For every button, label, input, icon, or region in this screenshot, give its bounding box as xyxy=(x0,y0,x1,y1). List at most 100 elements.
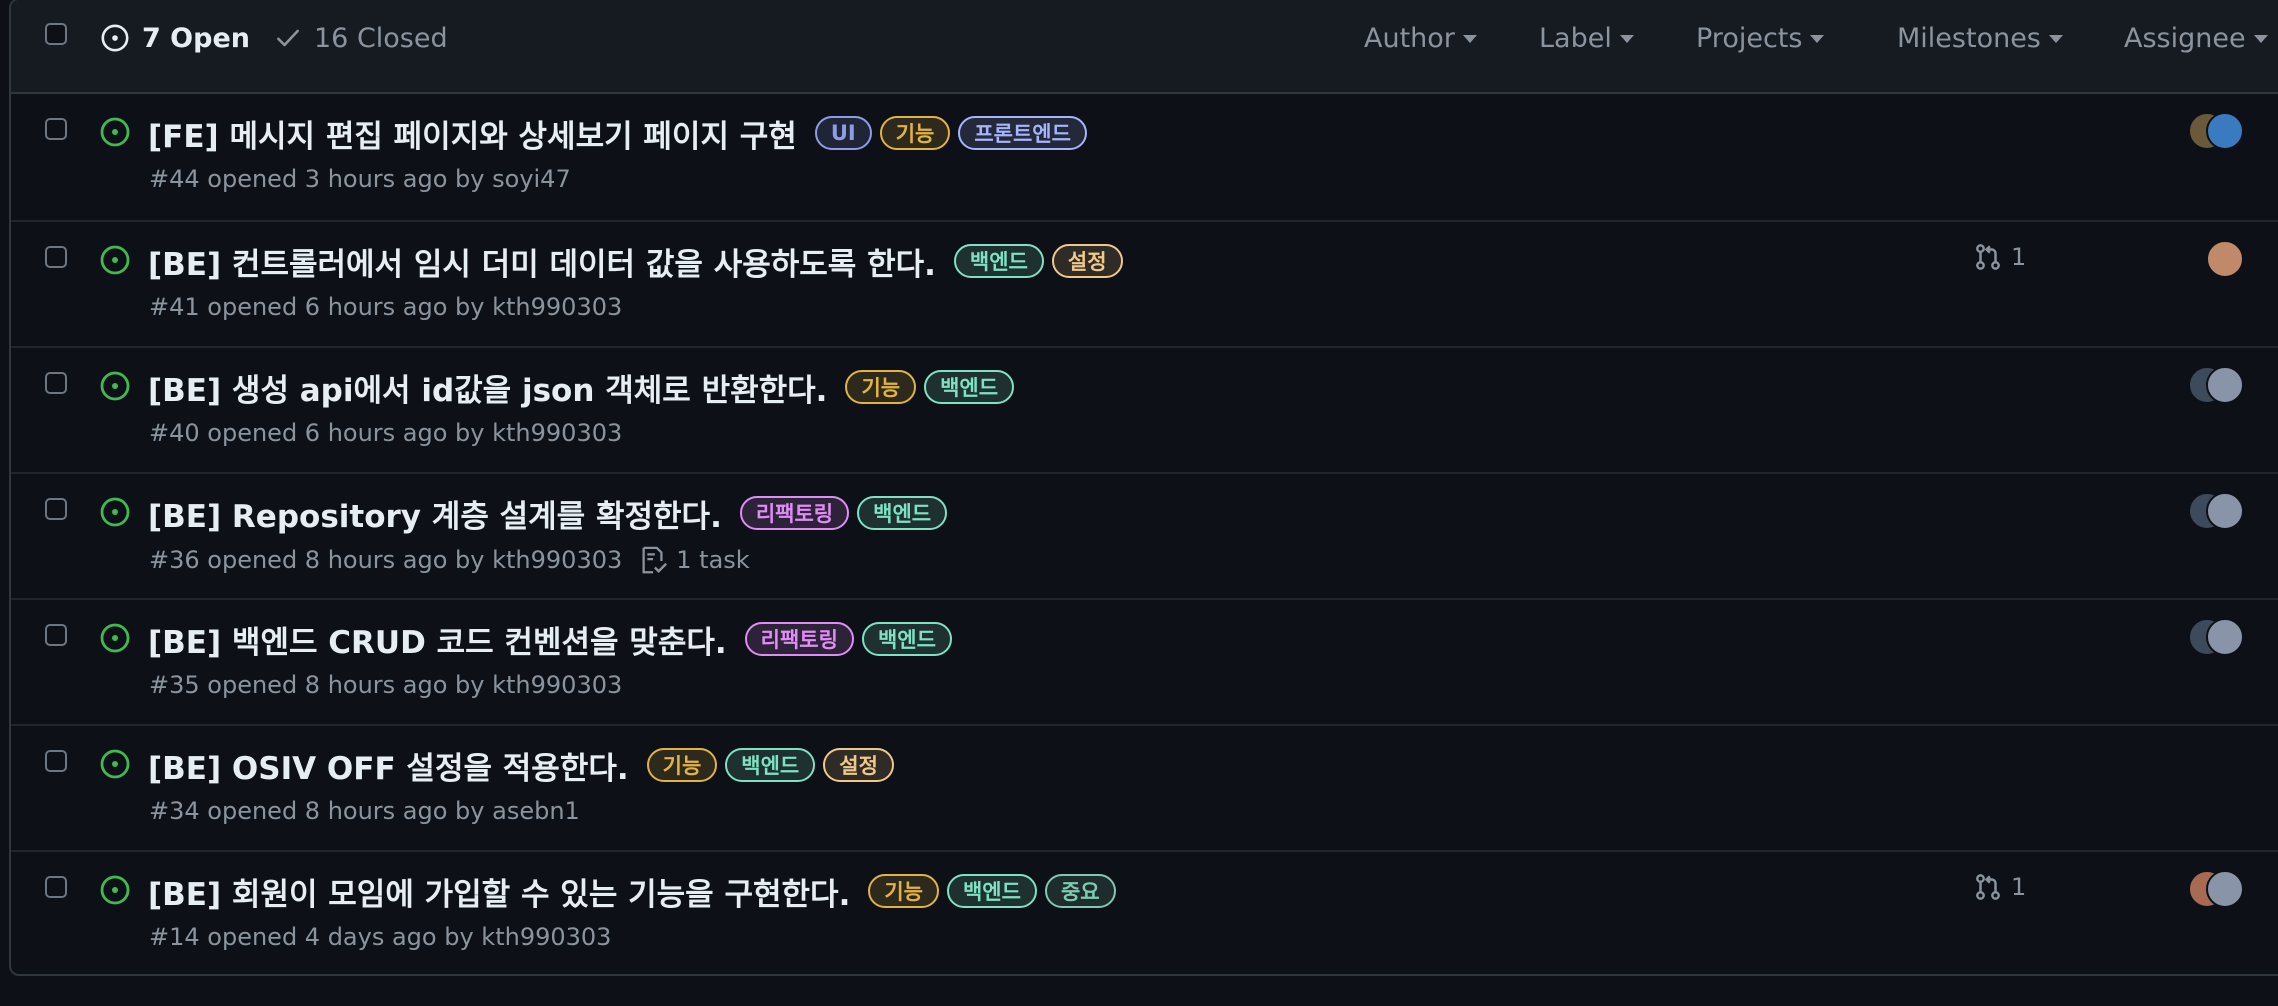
assignee-avatar[interactable] xyxy=(2206,618,2244,656)
issue-meta-text: #44 opened 3 hours ago by soyi47 xyxy=(149,165,571,193)
issue-title-link[interactable]: [BE] Repository 계층 설계를 확정한다. xyxy=(148,491,722,536)
issue-label[interactable]: 백엔드 xyxy=(946,874,1037,908)
issue-title-link[interactable]: [BE] 컨트롤러에서 임시 더미 데이터 값을 사용하도록 한다. xyxy=(148,239,936,284)
issue-title-line: [BE] OSIV OFF 설정을 적용한다. 기능 백엔드 설정 xyxy=(148,742,894,788)
assignee-avatars xyxy=(2164,238,2244,280)
issue-title-line: [BE] 생성 api에서 id값을 json 객체로 반환한다. 기능 백엔드 xyxy=(148,364,1015,410)
issue-label[interactable]: 백엔드 xyxy=(725,748,816,782)
issue-checkbox[interactable] xyxy=(45,624,67,646)
issue-label[interactable]: 백엔드 xyxy=(953,244,1044,278)
caret-down-icon xyxy=(1810,35,1825,43)
issue-checkbox[interactable] xyxy=(45,876,67,898)
issue-meta-text: #41 opened 6 hours ago by kth990303 xyxy=(149,293,623,321)
caret-down-icon xyxy=(2048,35,2063,43)
issue-title-link[interactable]: [BE] 백엔드 CRUD 코드 컨벤션을 맞춘다. xyxy=(148,617,727,662)
issue-meta-text: #35 opened 8 hours ago by kth990303 xyxy=(149,671,623,699)
git-pull-request-icon xyxy=(1976,874,2000,900)
issue-open-icon xyxy=(100,623,130,653)
assignee-avatar[interactable] xyxy=(2206,112,2244,150)
issue-checkbox[interactable] xyxy=(45,498,67,520)
projects-filter[interactable]: Projects xyxy=(1696,20,1825,56)
issue-label[interactable]: 설정 xyxy=(823,748,894,782)
linked-pull-requests[interactable]: 1 xyxy=(1973,242,2026,272)
issue-label[interactable]: 기능 xyxy=(646,748,718,782)
issue-checkbox[interactable] xyxy=(45,372,67,394)
author-filter[interactable]: Author xyxy=(1364,20,1477,56)
issue-open-icon xyxy=(100,875,130,905)
issue-open-icon xyxy=(101,24,129,52)
issue-label[interactable]: 기능 xyxy=(845,370,917,404)
open-count-label: 7 Open xyxy=(142,22,250,54)
issue-label[interactable]: 프론트엔드 xyxy=(958,116,1087,150)
assignee-avatar[interactable] xyxy=(2206,492,2244,530)
issue-meta-text: #36 opened 8 hours ago by kth990303 xyxy=(149,546,623,574)
issue-label[interactable]: 기능 xyxy=(879,116,951,150)
issues-list: 7 Open 16 Closed Author Label Projects M… xyxy=(9,0,2278,976)
assignee-avatars xyxy=(2164,490,2244,532)
issue-row[interactable]: [BE] 백엔드 CRUD 코드 컨벤션을 맞춘다. 리팩토링 백엔드 #35 o… xyxy=(11,598,2278,724)
task-count: 1 task xyxy=(676,546,750,574)
issue-meta-text: #14 opened 4 days ago by kth990303 xyxy=(149,923,612,951)
issue-label[interactable]: 백엔드 xyxy=(857,496,948,530)
issue-open-icon xyxy=(100,371,130,401)
assignee-filter[interactable]: Assignee xyxy=(2124,20,2268,56)
issue-title-link[interactable]: [BE] 회원이 모임에 가입할 수 있는 기능을 구현한다. xyxy=(148,869,850,914)
issue-meta: #40 opened 6 hours ago by kth990303 xyxy=(149,419,622,447)
task-list-icon xyxy=(642,546,668,574)
linked-pull-requests[interactable]: 1 xyxy=(1973,872,2026,902)
issue-row[interactable]: [BE] 컨트롤러에서 임시 더미 데이터 값을 사용하도록 한다. 백엔드 설정… xyxy=(11,220,2278,346)
check-icon xyxy=(277,29,299,47)
caret-down-icon xyxy=(1462,35,1477,43)
issue-title-link[interactable]: [BE] OSIV OFF 설정을 적용한다. xyxy=(148,743,629,788)
task-progress[interactable]: 1 task xyxy=(638,545,750,575)
issue-row[interactable]: [BE] OSIV OFF 설정을 적용한다. 기능 백엔드 설정 #34 open… xyxy=(11,724,2278,850)
issue-checkbox[interactable] xyxy=(45,118,67,140)
pull-request-count: 1 xyxy=(2011,243,2027,271)
milestones-filter[interactable]: Milestones xyxy=(1897,20,2063,56)
issue-label[interactable]: 리팩토링 xyxy=(744,622,854,656)
assignee-avatar[interactable] xyxy=(2206,240,2244,278)
issue-open-icon xyxy=(100,117,130,147)
assignee-filter-label: Assignee xyxy=(2124,22,2246,54)
issue-label[interactable]: UI xyxy=(814,116,872,150)
issue-meta: #41 opened 6 hours ago by kth990303 xyxy=(149,293,622,321)
issue-meta: #14 opened 4 days ago by kth990303 xyxy=(149,923,611,951)
issue-row[interactable]: [FE] 메시지 편집 페이지와 상세보기 페이지 구현 UI 기능 프론트엔드 #… xyxy=(11,94,2278,218)
projects-filter-label: Projects xyxy=(1696,22,1803,54)
issue-label[interactable]: 백엔드 xyxy=(861,622,952,656)
issue-title-line: [BE] 회원이 모임에 가입할 수 있는 기능을 구현한다. 기능 백엔드 중요 xyxy=(148,868,1116,914)
issue-label[interactable]: 백엔드 xyxy=(924,370,1015,404)
issues-list-header: 7 Open 16 Closed Author Label Projects M… xyxy=(11,0,2278,94)
issue-title-link[interactable]: [FE] 메시지 편집 페이지와 상세보기 페이지 구현 xyxy=(148,111,797,156)
issue-open-icon xyxy=(100,749,130,779)
issue-meta: #36 opened 8 hours ago by kth990303 1 ta… xyxy=(149,545,750,575)
issue-open-icon xyxy=(100,497,130,527)
pull-request-count: 1 xyxy=(2011,873,2027,901)
issue-title-line: [FE] 메시지 편집 페이지와 상세보기 페이지 구현 UI 기능 프론트엔드 xyxy=(148,110,1087,156)
closed-issues-tab[interactable]: 16 Closed xyxy=(274,20,448,56)
open-issues-tab[interactable]: 7 Open xyxy=(100,20,250,56)
label-filter[interactable]: Label xyxy=(1539,20,1634,56)
issue-label[interactable]: 리팩토링 xyxy=(739,496,850,530)
assignee-avatar[interactable] xyxy=(2206,870,2244,908)
assignee-avatar[interactable] xyxy=(2206,366,2244,404)
issue-meta: #34 opened 8 hours ago by asebn1 xyxy=(149,797,580,825)
issue-row[interactable]: [BE] 회원이 모임에 가입할 수 있는 기능을 구현한다. 기능 백엔드 중요 … xyxy=(11,850,2278,974)
assignee-avatars xyxy=(2164,742,2244,784)
issue-title-line: [BE] Repository 계층 설계를 확정한다. 리팩토링 백엔드 xyxy=(148,490,948,536)
caret-down-icon xyxy=(1619,35,1634,43)
git-pull-request-icon xyxy=(1976,244,2000,270)
issue-row[interactable]: [BE] Repository 계층 설계를 확정한다. 리팩토링 백엔드 #36… xyxy=(11,472,2278,598)
issue-checkbox[interactable] xyxy=(45,246,67,268)
issue-checkbox[interactable] xyxy=(45,750,67,772)
issue-row[interactable]: [BE] 생성 api에서 id값을 json 객체로 반환한다. 기능 백엔드 … xyxy=(11,346,2278,472)
issue-label[interactable]: 중요 xyxy=(1044,874,1116,908)
milestones-filter-label: Milestones xyxy=(1897,22,2041,54)
issue-title-link[interactable]: [BE] 생성 api에서 id값을 json 객체로 반환한다. xyxy=(148,365,827,410)
issue-label[interactable]: 설정 xyxy=(1051,244,1123,278)
issue-meta-text: #40 opened 6 hours ago by kth990303 xyxy=(149,419,623,447)
issue-label[interactable]: 기능 xyxy=(868,874,939,908)
issue-meta: #35 opened 8 hours ago by kth990303 xyxy=(149,671,622,699)
caret-down-icon xyxy=(2253,35,2268,43)
select-all-checkbox[interactable] xyxy=(45,23,67,45)
